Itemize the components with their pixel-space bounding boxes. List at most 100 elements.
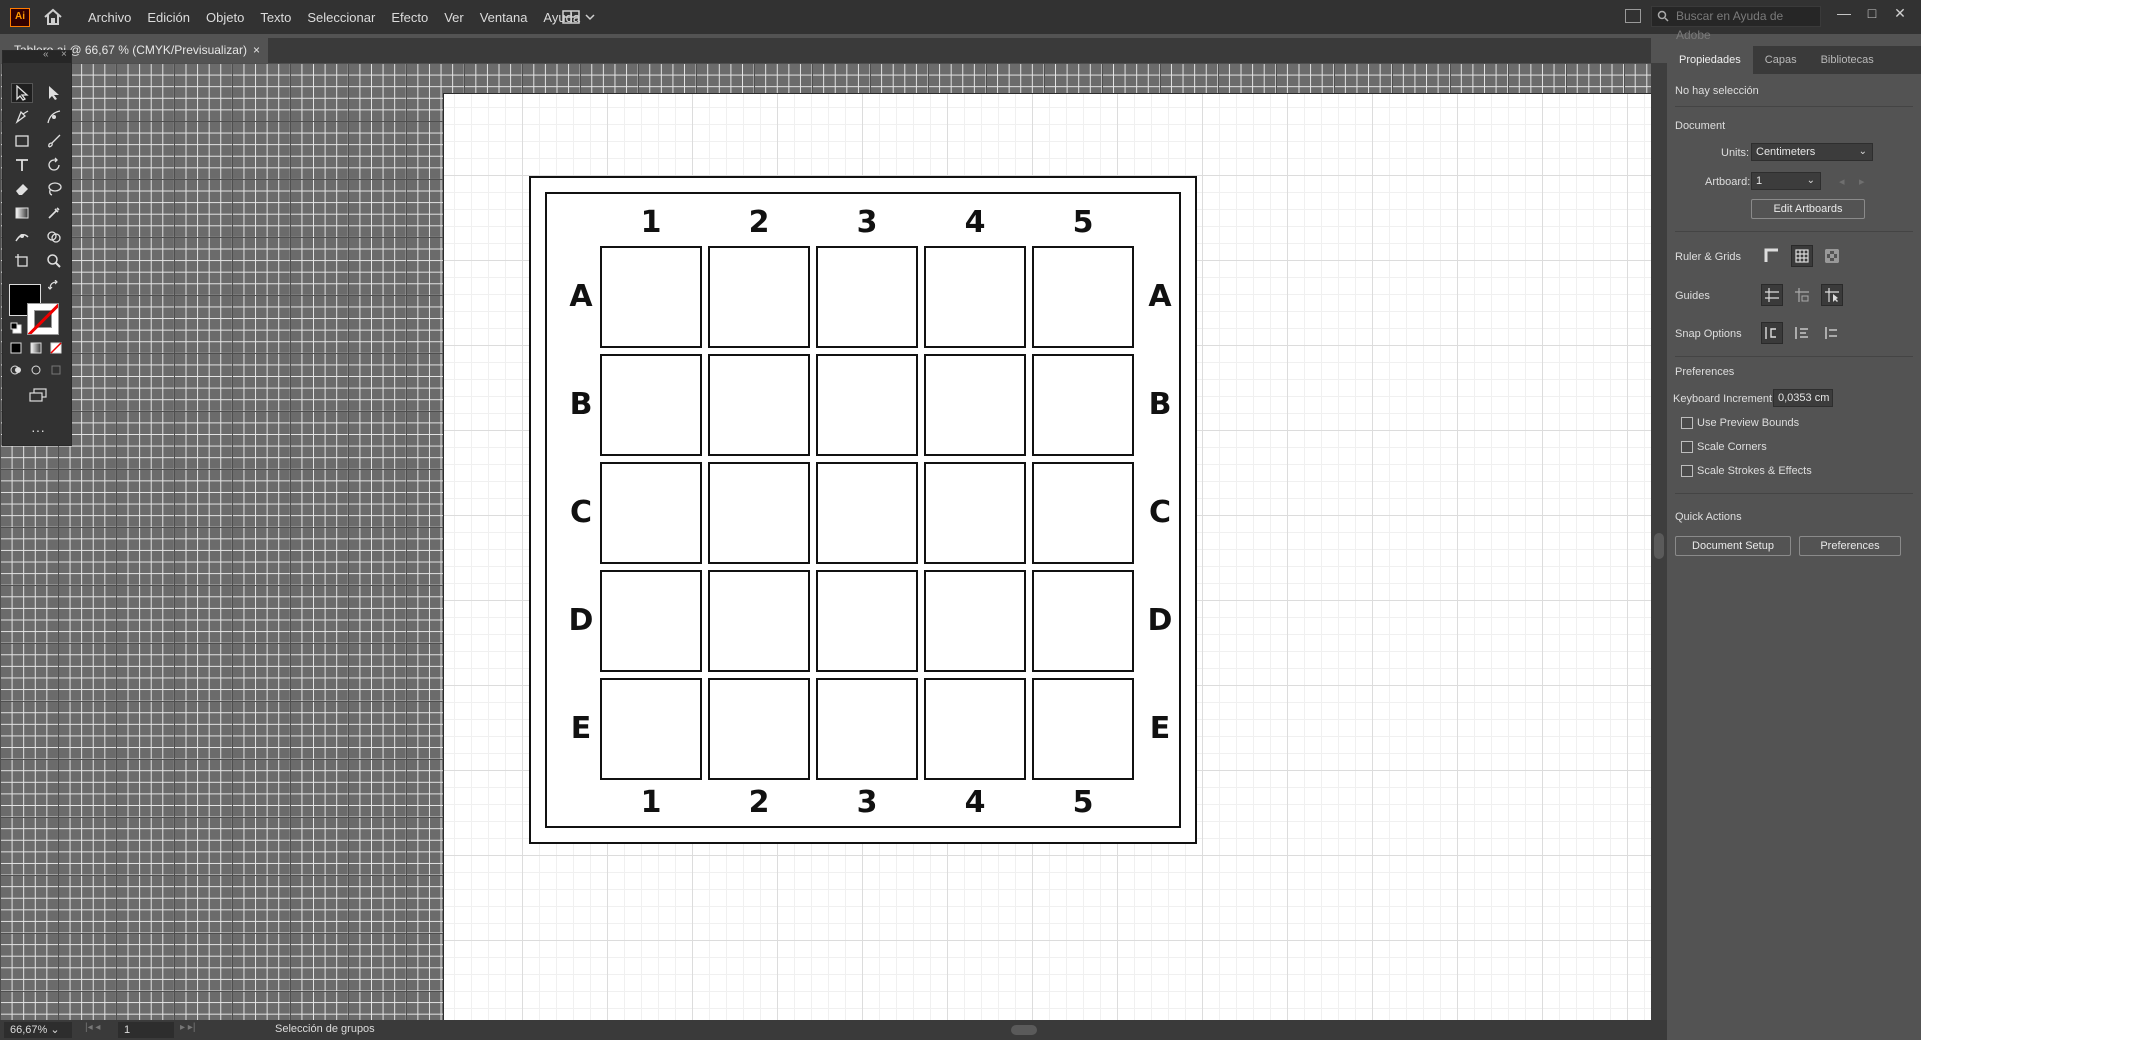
swap-colors-icon[interactable]: [47, 279, 61, 293]
close-panel-icon[interactable]: ×: [61, 49, 67, 60]
next-artboard-icon[interactable]: ▸: [1859, 175, 1865, 188]
shape-builder-tool-icon[interactable]: [43, 227, 65, 247]
gradient-tool-icon[interactable]: [11, 203, 33, 223]
transparency-grid-icon[interactable]: [1821, 245, 1843, 267]
board-cell-c5[interactable]: [1032, 462, 1134, 564]
screen-mode-icon[interactable]: [27, 387, 49, 403]
snap-to-pixel-icon[interactable]: [1821, 322, 1843, 344]
close-tab-icon[interactable]: ×: [253, 38, 260, 63]
draw-behind-icon[interactable]: [29, 363, 43, 377]
scale-strokes-effects-checkbox[interactable]: [1681, 465, 1693, 477]
menu-objeto[interactable]: Objeto: [206, 10, 244, 25]
snap-to-point-icon[interactable]: [1761, 322, 1783, 344]
menu-ver[interactable]: Ver: [444, 10, 464, 25]
tab-propiedades[interactable]: Propiedades: [1667, 46, 1753, 74]
curvature-tool-icon[interactable]: [43, 107, 65, 127]
rotate-tool-icon[interactable]: [43, 155, 65, 175]
board-cell-e3[interactable]: [816, 678, 918, 780]
lasso-tool-icon[interactable]: [43, 179, 65, 199]
board-cell-a1[interactable]: [600, 246, 702, 348]
draw-normal-icon[interactable]: [9, 363, 23, 377]
canvas[interactable]: 1 1 2 2 3 3 4 4 5 5 A A B B C C D D E E: [0, 63, 1651, 1020]
artboard-nav-next-last[interactable]: ▸ ▸|: [180, 1022, 195, 1033]
board-cell-a4[interactable]: [924, 246, 1026, 348]
board-cell-a3[interactable]: [816, 246, 918, 348]
lock-guides-icon[interactable]: [1791, 284, 1813, 306]
smart-guides-icon[interactable]: [1821, 284, 1843, 306]
artboard-tool-icon[interactable]: [11, 251, 33, 271]
board-cell-b2[interactable]: [708, 354, 810, 456]
previous-artboard-icon[interactable]: ◂: [1839, 175, 1845, 188]
eraser-tool-icon[interactable]: [11, 179, 33, 199]
selection-tool-icon[interactable]: [11, 83, 33, 103]
menu-ventana[interactable]: Ventana: [480, 10, 528, 25]
preferences-button[interactable]: Preferences: [1799, 536, 1901, 556]
board-cell-d1[interactable]: [600, 570, 702, 672]
horizontal-scroll-thumb[interactable]: [1011, 1025, 1037, 1035]
rulers-icon[interactable]: [1761, 245, 1783, 267]
board-cell-c2[interactable]: [708, 462, 810, 564]
puppet-warp-tool-icon[interactable]: [11, 227, 33, 247]
maximize-button[interactable]: □: [1860, 4, 1884, 24]
keyboard-increment-input[interactable]: 0,0353 cm: [1773, 389, 1833, 407]
board-cell-a2[interactable]: [708, 246, 810, 348]
board-cell-d4[interactable]: [924, 570, 1026, 672]
artboard-number-select[interactable]: 1: [118, 1022, 174, 1038]
vertical-scroll-thumb[interactable]: [1654, 533, 1664, 559]
board-cell-b3[interactable]: [816, 354, 918, 456]
type-tool-icon[interactable]: [11, 155, 33, 175]
show-guides-icon[interactable]: [1761, 284, 1783, 306]
menu-archivo[interactable]: Archivo: [88, 10, 131, 25]
direct-selection-tool-icon[interactable]: [43, 83, 65, 103]
horizontal-scrollbar[interactable]: [436, 1025, 1646, 1035]
document-setup-button[interactable]: Document Setup: [1675, 536, 1791, 556]
board-cell-e2[interactable]: [708, 678, 810, 780]
default-colors-icon[interactable]: [9, 321, 23, 335]
close-window-button[interactable]: ✕: [1888, 4, 1912, 24]
pen-tool-icon[interactable]: [11, 107, 33, 127]
gradient-mode-icon[interactable]: [29, 341, 43, 355]
board-cell-b5[interactable]: [1032, 354, 1134, 456]
board-cell-e1[interactable]: [600, 678, 702, 780]
board-cell-b1[interactable]: [600, 354, 702, 456]
board-cell-e4[interactable]: [924, 678, 1026, 780]
artboard-nav-first-prev[interactable]: |◂ ◂: [85, 1022, 100, 1033]
tools-panel-header[interactable]: « ×: [3, 49, 71, 63]
board-cell-c4[interactable]: [924, 462, 1026, 564]
collapse-icon[interactable]: «: [43, 49, 49, 60]
scale-corners-checkbox[interactable]: [1681, 441, 1693, 453]
eyedropper-tool-icon[interactable]: [43, 203, 65, 223]
tab-bibliotecas[interactable]: Bibliotecas: [1809, 46, 1886, 74]
none-mode-icon[interactable]: [49, 341, 63, 355]
menu-seleccionar[interactable]: Seleccionar: [307, 10, 375, 25]
paintbrush-tool-icon[interactable]: [43, 131, 65, 151]
units-select[interactable]: Centimeters ⌄: [1751, 143, 1873, 161]
menu-texto[interactable]: Texto: [260, 10, 291, 25]
stroke-color-swatch[interactable]: [27, 303, 59, 335]
use-preview-bounds-checkbox[interactable]: [1681, 417, 1693, 429]
board-cell-a5[interactable]: [1032, 246, 1134, 348]
edit-toolbar-icon[interactable]: ···: [27, 422, 49, 438]
color-mode-icon[interactable]: [9, 341, 23, 355]
snap-to-grid-icon[interactable]: [1791, 322, 1813, 344]
zoom-tool-icon[interactable]: [43, 251, 65, 271]
board-cell-c1[interactable]: [600, 462, 702, 564]
draw-inside-icon[interactable]: [49, 363, 63, 377]
workspace-icon[interactable]: [1625, 9, 1641, 23]
help-search-input[interactable]: Buscar en Ayuda de Adobe: [1651, 6, 1821, 42]
edit-artboards-button[interactable]: Edit Artboards: [1751, 199, 1865, 219]
board-cell-c3[interactable]: [816, 462, 918, 564]
grid-icon[interactable]: [1791, 245, 1813, 267]
board-cell-d5[interactable]: [1032, 570, 1134, 672]
menu-edicion[interactable]: Edición: [147, 10, 190, 25]
board-cell-d2[interactable]: [708, 570, 810, 672]
arrange-documents-icon[interactable]: [562, 9, 598, 25]
board-cell-e5[interactable]: [1032, 678, 1134, 780]
home-icon[interactable]: [42, 7, 64, 27]
artboard-select[interactable]: 1 ⌄: [1751, 172, 1821, 190]
menu-efecto[interactable]: Efecto: [391, 10, 428, 25]
zoom-select[interactable]: 66,67% ⌄: [4, 1022, 72, 1038]
tab-capas[interactable]: Capas: [1753, 46, 1809, 74]
board-cell-d3[interactable]: [816, 570, 918, 672]
minimize-button[interactable]: —: [1832, 4, 1856, 24]
